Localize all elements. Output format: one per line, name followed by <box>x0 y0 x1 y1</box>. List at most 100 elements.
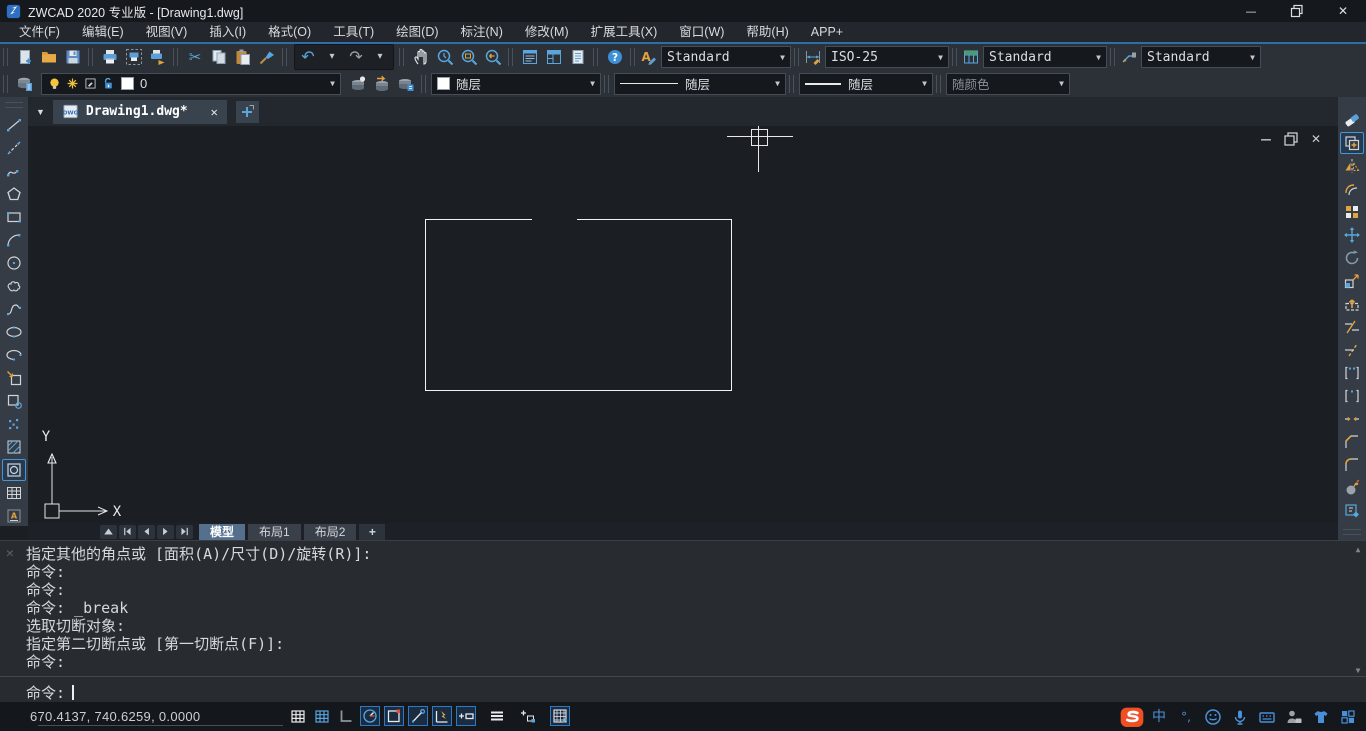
new-layout-button[interactable]: + <box>359 524 385 540</box>
revision-cloud-button[interactable] <box>2 275 26 297</box>
otrack-toggle-button[interactable] <box>408 706 428 726</box>
menu-item[interactable]: 文件(F) <box>8 22 71 42</box>
circle-button[interactable] <box>2 252 26 274</box>
document-tab-drawing1[interactable]: DWG Drawing1.dwg* ✕ <box>53 100 227 124</box>
edit-polyline-button[interactable] <box>1340 500 1364 522</box>
plot-preview-button[interactable] <box>122 45 146 69</box>
mtext-button[interactable]: A <box>2 505 26 527</box>
model-space-toggle-button[interactable] <box>550 706 570 726</box>
ime-emoji-button[interactable] <box>1203 706 1223 728</box>
erase-button[interactable] <box>1340 109 1364 131</box>
lineweight-select[interactable]: 随层 ▼ <box>799 73 933 95</box>
tool-palettes-button[interactable] <box>566 45 590 69</box>
help-button[interactable]: ? <box>603 45 627 69</box>
sogou-logo-button[interactable] <box>1122 706 1142 728</box>
toolbar-grip[interactable] <box>399 48 404 66</box>
dyn-toggle-button[interactable] <box>432 706 452 726</box>
break-button[interactable] <box>1340 362 1364 384</box>
redo-button[interactable]: ↷ <box>344 45 368 69</box>
menu-item[interactable]: 扩展工具(X) <box>580 22 669 42</box>
ellipse-arc-button[interactable] <box>2 344 26 366</box>
extend-button[interactable] <box>1340 339 1364 361</box>
toolbar-grip[interactable] <box>1110 48 1115 66</box>
layer-select[interactable]: 0 ▼ <box>41 73 341 95</box>
undo-button[interactable]: ↶ <box>296 45 320 69</box>
plot-button[interactable] <box>98 45 122 69</box>
chamfer-button[interactable] <box>1340 431 1364 453</box>
tab-model[interactable]: 模型 <box>199 524 245 540</box>
tab-close-icon[interactable]: ✕ <box>211 105 218 119</box>
spline-button[interactable] <box>2 298 26 320</box>
menu-item[interactable]: 修改(M) <box>514 22 580 42</box>
offset-button[interactable] <box>1340 178 1364 200</box>
toolbar-grip[interactable] <box>3 48 8 66</box>
copy-button[interactable] <box>207 45 231 69</box>
point-button[interactable] <box>2 413 26 435</box>
toolbar-grip[interactable] <box>952 48 957 66</box>
nav-last-button[interactable] <box>176 525 193 539</box>
array-button[interactable] <box>1340 201 1364 223</box>
zoom-window-button[interactable] <box>457 45 481 69</box>
tab-list-menu-button[interactable]: ▼ <box>28 107 53 117</box>
mirror-button[interactable] <box>1340 155 1364 177</box>
menu-item[interactable]: 编辑(E) <box>71 22 135 42</box>
toolbar-grip[interactable] <box>421 75 426 93</box>
menu-item[interactable]: 绘图(D) <box>385 22 449 42</box>
nav-next-button[interactable] <box>157 525 174 539</box>
insert-block-button[interactable] <box>2 367 26 389</box>
move-button[interactable] <box>1340 224 1364 246</box>
menu-item[interactable]: 插入(I) <box>198 22 257 42</box>
trim-button[interactable] <box>1340 316 1364 338</box>
osnap-toggle-button[interactable] <box>384 706 404 726</box>
menu-item[interactable]: 视图(V) <box>135 22 199 42</box>
snap-toggle-button[interactable] <box>288 706 308 726</box>
paste-button[interactable] <box>231 45 255 69</box>
toolbar-grip[interactable] <box>630 48 635 66</box>
copy-object-button[interactable] <box>1340 132 1364 154</box>
table-button[interactable] <box>2 482 26 504</box>
command-prompt[interactable]: 命令: <box>26 682 74 703</box>
polyline-button[interactable] <box>2 160 26 182</box>
command-window[interactable]: ✕ 指定其他的角点或 [面积(A)/尺寸(D)/旋转(R)]:命令:命令:命令:… <box>0 540 1366 703</box>
menu-item[interactable]: 窗口(W) <box>668 22 735 42</box>
mdi-close-button[interactable]: ✕ <box>1308 132 1324 146</box>
tab-layout2[interactable]: 布局2 <box>304 524 357 540</box>
save-button[interactable] <box>61 45 85 69</box>
toolbar-grip[interactable] <box>794 48 799 66</box>
menu-item[interactable]: 工具(T) <box>322 22 385 42</box>
polar-toggle-button[interactable] <box>360 706 380 726</box>
arc-button[interactable] <box>2 229 26 251</box>
publish-button[interactable] <box>146 45 170 69</box>
new-drawing-button[interactable] <box>236 101 259 123</box>
dim-style-select[interactable]: ISO-25 ▼ <box>825 46 949 68</box>
ortho-toggle-button[interactable] <box>336 706 356 726</box>
designcenter-button[interactable] <box>542 45 566 69</box>
lineweight-toggle-button[interactable] <box>456 706 476 726</box>
nav-first-button[interactable] <box>119 525 136 539</box>
construction-line-button[interactable] <box>2 137 26 159</box>
stretch-button[interactable] <box>1340 293 1364 315</box>
toolbar-grip[interactable] <box>1343 529 1361 535</box>
pan-button[interactable] <box>409 45 433 69</box>
region-button[interactable] <box>2 459 26 481</box>
mleader-style-select[interactable]: Standard ▼ <box>1141 46 1261 68</box>
annotation-toggle-button[interactable] <box>518 706 538 726</box>
mdi-restore-button[interactable] <box>1283 132 1299 146</box>
rotate-button[interactable] <box>1340 247 1364 269</box>
menu-item[interactable]: APP+ <box>800 22 854 42</box>
rectangle-button[interactable] <box>2 206 26 228</box>
fillet-button[interactable] <box>1340 454 1364 476</box>
match-properties-button[interactable] <box>255 45 279 69</box>
break-at-point-button[interactable] <box>1340 385 1364 407</box>
toolbar-grip[interactable] <box>936 75 941 93</box>
tab-layout1[interactable]: 布局1 <box>248 524 301 540</box>
scroll-up-icon[interactable]: ▲ <box>1356 545 1361 554</box>
undo-expand-button[interactable]: ▾ <box>320 45 344 69</box>
scroll-down-icon[interactable]: ▼ <box>1356 666 1361 675</box>
menu-item[interactable]: 标注(N) <box>450 22 514 42</box>
line-button[interactable] <box>2 114 26 136</box>
toolbar-grip[interactable] <box>88 48 93 66</box>
ime-toolbox-button[interactable] <box>1338 706 1358 728</box>
toolbar-grip[interactable] <box>282 48 287 66</box>
toolbar-grip[interactable] <box>789 75 794 93</box>
